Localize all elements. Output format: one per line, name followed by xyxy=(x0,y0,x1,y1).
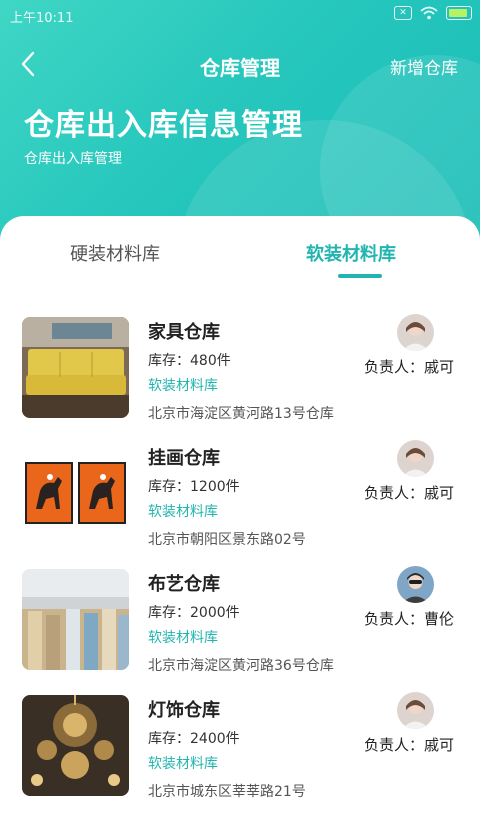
warehouse-name: 布艺仓库 xyxy=(148,574,220,595)
warehouse-owner: 负责人：戚可 xyxy=(363,736,454,754)
header-subtitle: 仓库出入库管理 xyxy=(24,151,122,167)
warehouse-owner: 负责人：戚可 xyxy=(363,484,454,502)
nav-bar: 仓库管理 新增仓库 xyxy=(0,42,480,86)
warehouse-item[interactable]: 灯饰仓库 库存：2400件 软装材料库 北京市城东区莘莘路21号 负责人：戚可 xyxy=(0,692,480,818)
warehouse-category: 软装材料库 xyxy=(148,756,218,772)
warehouse-owner: 负责人：曹伦 xyxy=(363,610,454,628)
sim-icon: ✕ xyxy=(394,6,412,20)
header-banner: 上午10:11 ✕ 仓库管理 新增仓库 仓库出入库信息管理 仓库出入库管理 xyxy=(0,0,480,240)
avatar xyxy=(397,440,434,477)
warehouse-name: 家具仓库 xyxy=(148,322,220,343)
warehouse-list: 家具仓库 库存：480件 软装材料库 北京市海淀区黄河路13号仓库 负责人：戚可 xyxy=(0,314,480,818)
warehouse-category: 软装材料库 xyxy=(148,378,218,394)
warehouse-info: 灯饰仓库 库存：2400件 软装材料库 北京市城东区莘莘路21号 xyxy=(148,696,306,801)
warehouse-item[interactable]: 挂画仓库 库存：1200件 软装材料库 北京市朝阳区景东路02号 负责人：戚可 xyxy=(0,440,480,566)
warehouse-address: 北京市海淀区黄河路13号仓库 xyxy=(148,406,334,422)
warehouse-stock: 库存：480件 xyxy=(148,353,231,369)
warehouse-item[interactable]: 家具仓库 库存：480件 软装材料库 北京市海淀区黄河路13号仓库 负责人：戚可 xyxy=(0,314,480,440)
warehouse-info: 挂画仓库 库存：1200件 软装材料库 北京市朝阳区景东路02号 xyxy=(148,444,306,549)
warehouse-info: 布艺仓库 库存：2000件 软装材料库 北京市海淀区黄河路36号仓库 xyxy=(148,570,334,675)
warehouse-address: 北京市海淀区黄河路36号仓库 xyxy=(148,658,334,674)
avatar xyxy=(397,692,434,729)
warehouse-address: 北京市朝阳区景东路02号 xyxy=(148,532,306,548)
warehouse-category: 软装材料库 xyxy=(148,504,218,520)
warehouse-owner: 负责人：戚可 xyxy=(363,358,454,376)
fabric-rolls-thumbnail xyxy=(22,569,129,670)
sofa-thumbnail xyxy=(22,317,129,418)
warehouse-category: 软装材料库 xyxy=(148,630,218,646)
status-bar: 上午10:11 ✕ xyxy=(0,0,480,32)
warehouse-stock: 库存：1200件 xyxy=(148,479,240,495)
warehouse-stock: 库存：2000件 xyxy=(148,605,240,621)
battery-icon xyxy=(446,6,472,20)
status-time: 上午10:11 xyxy=(10,11,74,26)
chandelier-thumbnail xyxy=(22,695,129,796)
avatar xyxy=(397,566,434,603)
status-icons: ✕ xyxy=(394,6,472,20)
content-panel: 硬装材料库 软装材料库 家具仓库 库存：480件 软装材料库 北京市海淀区黄河路… xyxy=(0,216,480,800)
warehouse-stock: 库存：2400件 xyxy=(148,731,240,747)
horse-paintings-thumbnail xyxy=(22,443,129,544)
add-warehouse-button[interactable]: 新增仓库 xyxy=(390,54,458,79)
header-title: 仓库出入库信息管理 xyxy=(24,108,303,143)
wifi-icon xyxy=(420,6,438,20)
warehouse-info: 家具仓库 库存：480件 软装材料库 北京市海淀区黄河路13号仓库 xyxy=(148,318,334,423)
avatar xyxy=(397,314,434,351)
warehouse-address: 北京市城东区莘莘路21号 xyxy=(148,784,306,800)
warehouse-item[interactable]: 布艺仓库 库存：2000件 软装材料库 北京市海淀区黄河路36号仓库 负责人：曹… xyxy=(0,566,480,692)
tab-hard-materials[interactable]: 硬装材料库 xyxy=(70,240,160,266)
active-tab-indicator xyxy=(338,274,382,278)
warehouse-name: 灯饰仓库 xyxy=(148,700,220,721)
tab-soft-materials[interactable]: 软装材料库 xyxy=(306,240,396,266)
warehouse-name: 挂画仓库 xyxy=(148,448,220,469)
